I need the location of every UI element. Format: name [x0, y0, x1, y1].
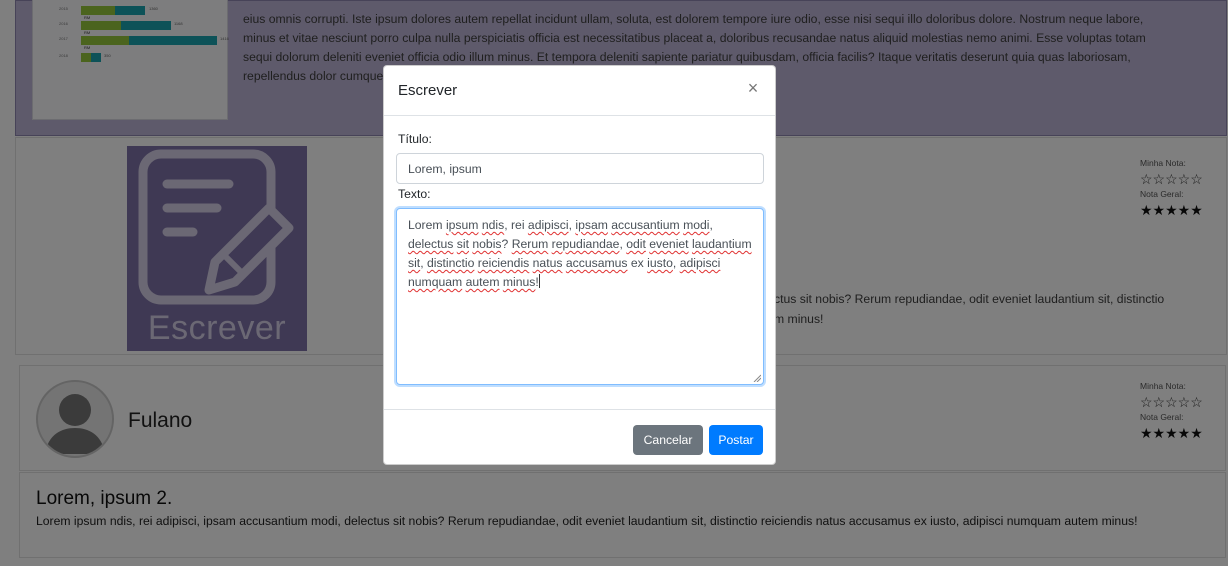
close-icon[interactable]: × [743, 78, 763, 98]
cancel-button[interactable]: Cancelar [633, 425, 703, 455]
modal-title: Escrever [398, 82, 458, 99]
text-caret [538, 274, 540, 288]
modal-footer: Cancelar Postar [384, 409, 775, 465]
text-textarea[interactable]: Lorem ipsum ndis, rei adipisci, ipsam ac… [396, 208, 764, 385]
write-modal: Escrever × Título: Texto: Lorem ipsum nd… [383, 65, 776, 465]
textarea-content: Lorem ipsum ndis, rei adipisci, ipsam ac… [408, 218, 752, 289]
modal-header: Escrever × [384, 66, 775, 116]
texto-label: Texto: [398, 187, 431, 201]
titulo-label: Título: [398, 132, 432, 146]
resize-handle-icon[interactable] [753, 374, 761, 382]
post-button[interactable]: Postar [709, 425, 763, 455]
title-input[interactable] [396, 153, 764, 184]
